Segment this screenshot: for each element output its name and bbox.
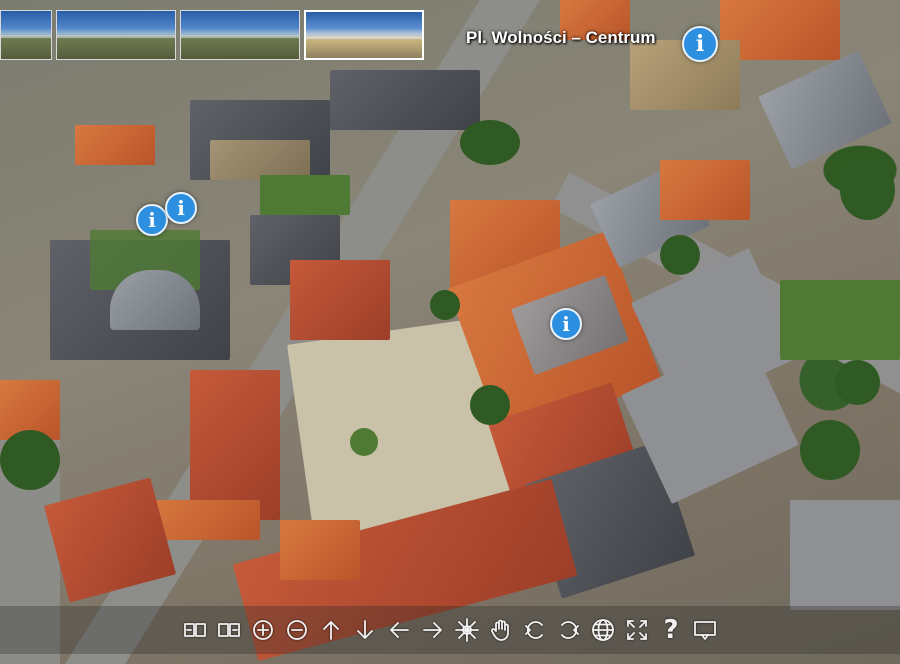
panorama-thumbnail-3[interactable] (180, 10, 300, 60)
zoom-in-icon (253, 620, 273, 640)
zoom-out-icon (287, 620, 307, 640)
info-glyph: i (177, 196, 185, 220)
info-hotspot-icon[interactable]: i (550, 308, 582, 340)
pan-right-button[interactable] (416, 613, 450, 647)
pan-up-icon (323, 621, 339, 640)
previous-panorama-icon (184, 623, 206, 637)
panorama-title: Pl. Wolności – Centrum (466, 28, 656, 47)
globe-button[interactable] (586, 613, 620, 647)
info-hotspot-icon[interactable]: i (165, 192, 197, 224)
panorama-thumbnail-strip (0, 10, 470, 62)
rotate-left-icon (525, 621, 543, 639)
rotate-right-button[interactable] (552, 613, 586, 647)
next-panorama-button[interactable] (212, 613, 246, 647)
globe-icon (592, 619, 614, 641)
thumbnail-horizon (1, 35, 51, 38)
autorotate-button[interactable] (450, 613, 484, 647)
info-glyph: i (562, 312, 570, 336)
info-glyph: i (695, 31, 705, 57)
viewer-toolbar: ? (0, 606, 900, 654)
pan-right-icon (423, 622, 442, 638)
thumbnail-horizon (306, 36, 422, 39)
drag-mode-button[interactable] (484, 613, 518, 647)
autorotate-icon (455, 618, 479, 642)
info-screen-icon (694, 621, 716, 640)
help-icon: ? (663, 615, 679, 645)
info-glyph: i (148, 208, 156, 232)
fullscreen-button[interactable] (620, 613, 654, 647)
pan-left-button[interactable] (382, 613, 416, 647)
drag-hand-icon (491, 619, 509, 641)
info-hotspot-icon[interactable]: i (682, 26, 718, 62)
zoom-out-button[interactable] (280, 613, 314, 647)
panorama-thumbnail-4[interactable] (304, 10, 424, 60)
pan-down-button[interactable] (348, 613, 382, 647)
panorama-thumbnail-1[interactable] (0, 10, 52, 60)
info-screen-button[interactable] (688, 613, 722, 647)
rotate-right-icon (561, 621, 579, 639)
thumbnail-horizon (57, 35, 175, 38)
thumbnail-horizon (181, 35, 299, 38)
help-button[interactable]: ? (654, 613, 688, 647)
pan-down-icon (357, 620, 373, 639)
rotate-left-button[interactable] (518, 613, 552, 647)
pan-left-icon (390, 622, 409, 638)
info-hotspot-icon[interactable]: i (136, 204, 168, 236)
panorama-thumbnail-2[interactable] (56, 10, 176, 60)
zoom-in-button[interactable] (246, 613, 280, 647)
fullscreen-icon (627, 620, 647, 640)
next-panorama-icon (218, 623, 240, 637)
previous-panorama-button[interactable] (178, 613, 212, 647)
aerial-panorama-view[interactable] (0, 0, 900, 664)
pan-up-button[interactable] (314, 613, 348, 647)
